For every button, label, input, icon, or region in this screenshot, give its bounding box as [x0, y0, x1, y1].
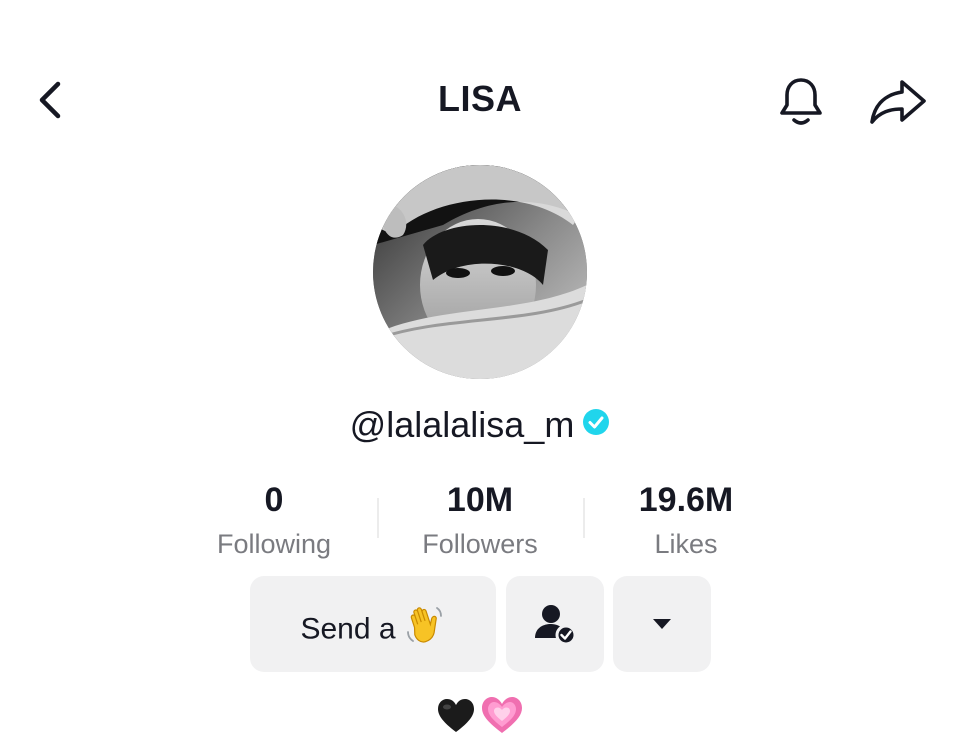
share-arrow-icon — [870, 80, 926, 124]
username-row: @lalalalisa_m — [0, 400, 960, 452]
share-button[interactable] — [862, 70, 932, 132]
action-buttons: Send a — [0, 576, 960, 672]
stat-following[interactable]: 0 Following — [174, 478, 374, 564]
verified-badge-icon — [582, 399, 610, 449]
likes-count: 19.6M — [638, 481, 734, 519]
more-options-button[interactable] — [613, 576, 711, 672]
stat-divider — [377, 498, 379, 538]
bio — [0, 695, 960, 740]
waving-hand-icon — [404, 602, 446, 655]
username: @lalalalisa_m — [349, 404, 575, 445]
stat-divider — [583, 498, 585, 538]
send-label: Send a — [300, 612, 396, 646]
followers-label: Followers — [422, 529, 538, 559]
friend-status-button[interactable] — [506, 576, 604, 672]
header-bar: LISA — [0, 60, 960, 140]
bell-icon — [780, 78, 822, 125]
following-label: Following — [216, 529, 332, 559]
profile-page: LISA @lalalalisa_m 0 Following 10M Follo… — [0, 0, 960, 750]
stat-followers[interactable]: 10M Followers — [380, 478, 580, 564]
notification-button[interactable] — [770, 70, 832, 132]
stats-bar: 0 Following 10M Followers 19.6M Likes — [0, 478, 960, 568]
followers-count: 10M — [446, 481, 514, 519]
profile-photo — [373, 165, 587, 379]
avatar[interactable] — [373, 165, 587, 379]
likes-label: Likes — [654, 529, 718, 559]
caret-down-icon — [653, 619, 671, 629]
black-heart-icon — [437, 699, 474, 732]
following-count: 0 — [264, 481, 284, 519]
send-wave-button[interactable]: Send a — [250, 576, 496, 672]
person-check-icon — [535, 605, 577, 646]
stat-likes[interactable]: 19.6M Likes — [586, 478, 786, 564]
growing-pink-heart-icon — [482, 697, 523, 733]
